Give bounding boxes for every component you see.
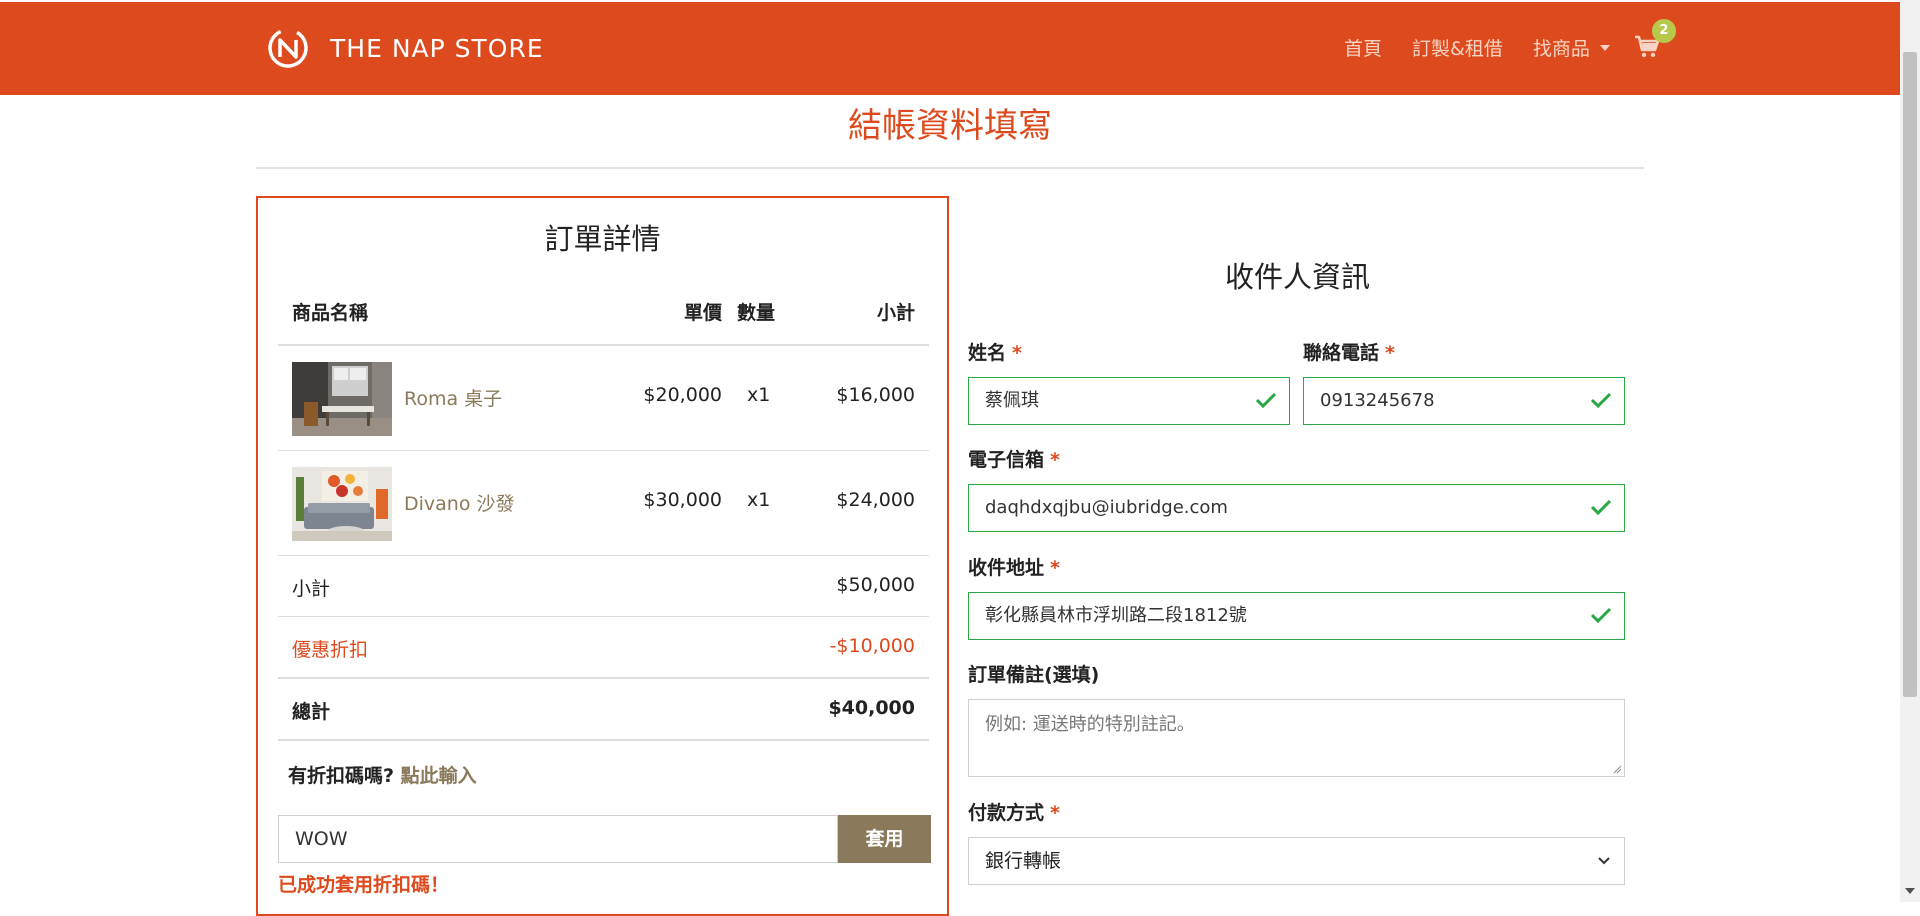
- table-row: Divano 沙發 $30,000 x1 $24,000: [278, 451, 929, 556]
- name-field[interactable]: 蔡佩琪: [968, 377, 1290, 425]
- title-divider: [256, 167, 1644, 169]
- required-mark: *: [1385, 342, 1395, 364]
- brand-name: THE NAP STORE: [330, 33, 544, 63]
- payment-method-label: 付款方式 *: [968, 798, 1060, 825]
- valid-check-icon: [1590, 607, 1612, 623]
- coupon-question: 有折扣碼嗎?: [288, 765, 395, 787]
- order-note-textarea[interactable]: 例如: 運送時的特別註記。: [968, 699, 1625, 777]
- item-unit-price: $20,000: [643, 384, 722, 406]
- phone-field[interactable]: 0913245678: [1303, 377, 1625, 425]
- payment-label-text: 付款方式: [968, 802, 1045, 824]
- name-label-text: 姓名: [968, 342, 1007, 364]
- address-label-text: 收件地址: [968, 557, 1045, 579]
- required-mark: *: [1050, 449, 1060, 471]
- order-table: 商品名稱 單價 數量 小計 Roma 桌子 $20,000 x1 $16,000…: [278, 280, 929, 741]
- order-details-card: 訂單詳情 商品名稱 單價 數量 小計 Roma 桌子 $20,000 x1 $1…: [256, 196, 949, 916]
- phone-field-value: 0913245678: [1320, 390, 1435, 411]
- required-mark: *: [1050, 802, 1060, 824]
- order-note-label: 訂單備註(選填): [968, 664, 1100, 686]
- item-unit-price: $30,000: [643, 489, 722, 511]
- item-quantity: x1: [747, 384, 771, 406]
- page-title: 結帳資料填寫: [848, 106, 1052, 146]
- valid-check-icon: [1590, 499, 1612, 515]
- apply-coupon-button[interactable]: 套用: [838, 815, 931, 863]
- brand-link[interactable]: THE NAP STORE: [266, 26, 544, 70]
- cart-button[interactable]: 2: [1634, 18, 1676, 61]
- subtotal-label: 小計: [292, 578, 331, 600]
- top-navbar: THE NAP STORE 首頁 訂製&租借 找商品 2: [0, 0, 1900, 95]
- coupon-success-message: 已成功套用折扣碼！: [278, 874, 450, 896]
- email-label: 電子信箱 *: [968, 445, 1060, 472]
- scroll-down-arrow-icon[interactable]: [1905, 888, 1915, 894]
- total-row: 總計 $40,000: [278, 678, 929, 741]
- coupon-enter-link[interactable]: 點此輸入: [401, 765, 477, 787]
- phone-label-text: 聯絡電話: [1303, 342, 1380, 364]
- table-header-row: 商品名稱 單價 數量 小計: [278, 280, 929, 346]
- product-thumbnail[interactable]: [292, 467, 392, 541]
- address-label: 收件地址 *: [968, 553, 1060, 580]
- scrollbar-thumb[interactable]: [1903, 52, 1917, 697]
- valid-check-icon: [1590, 392, 1612, 408]
- phone-label: 聯絡電話 *: [1303, 338, 1395, 365]
- nav-products-dropdown[interactable]: 找商品: [1533, 34, 1610, 61]
- brand-logo-icon: [268, 28, 308, 68]
- payment-method-value: 銀行轉帳: [985, 850, 1062, 872]
- nav-links: 首頁 訂製&租借 找商品 2: [1344, 18, 1676, 61]
- chevron-down-icon: [1598, 857, 1610, 865]
- address-field[interactable]: 彰化縣員林市浮圳路二段1812號: [968, 592, 1625, 640]
- order-details-title: 訂單詳情: [544, 222, 661, 256]
- email-label-text: 電子信箱: [968, 449, 1045, 471]
- payment-method-select[interactable]: 銀行轉帳: [968, 837, 1625, 885]
- header-quantity: 數量: [737, 302, 776, 324]
- nav-custom-rental-link[interactable]: 訂製&租借: [1412, 34, 1503, 61]
- required-mark: *: [1050, 557, 1060, 579]
- product-thumbnail[interactable]: [292, 362, 392, 436]
- table-row: Roma 桌子 $20,000 x1 $16,000: [278, 346, 929, 451]
- total-label: 總計: [292, 701, 331, 723]
- header-product-name: 商品名稱: [292, 302, 369, 324]
- required-mark: *: [1012, 342, 1022, 364]
- discount-value: -$10,000: [829, 635, 915, 657]
- header-unit-price: 單價: [683, 302, 722, 324]
- product-name-link[interactable]: Roma 桌子: [404, 384, 502, 411]
- name-field-value: 蔡佩琪: [985, 390, 1039, 411]
- nav-home-link[interactable]: 首頁: [1344, 34, 1382, 61]
- cart-count-badge: 2: [1651, 18, 1676, 43]
- email-field[interactable]: daqhdxqjbu@iubridge.com: [968, 484, 1625, 532]
- name-label: 姓名 *: [968, 338, 1022, 365]
- recipient-info-title: 收件人資訊: [1224, 260, 1370, 294]
- product-name-link[interactable]: Divano 沙發: [404, 489, 515, 516]
- item-quantity: x1: [747, 489, 771, 511]
- order-note-placeholder: 例如: 運送時的特別註記。: [985, 714, 1195, 735]
- subtotal-row: 小計 $50,000: [278, 556, 929, 617]
- header-subtotal: 小計: [876, 302, 915, 324]
- valid-check-icon: [1255, 392, 1277, 408]
- coupon-code-input[interactable]: WOW: [278, 815, 838, 863]
- discount-label: 優惠折扣: [292, 639, 369, 661]
- coupon-prompt: 有折扣碼嗎? 點此輸入: [288, 761, 477, 788]
- email-field-value: daqhdxqjbu@iubridge.com: [985, 497, 1228, 518]
- total-value: $40,000: [828, 697, 915, 719]
- item-subtotal: $16,000: [836, 384, 915, 406]
- subtotal-value: $50,000: [836, 574, 915, 596]
- address-field-value: 彰化縣員林市浮圳路二段1812號: [985, 605, 1247, 626]
- discount-row: 優惠折扣 -$10,000: [278, 617, 929, 678]
- resize-grip-icon[interactable]: [1612, 764, 1622, 774]
- item-subtotal: $24,000: [836, 489, 915, 511]
